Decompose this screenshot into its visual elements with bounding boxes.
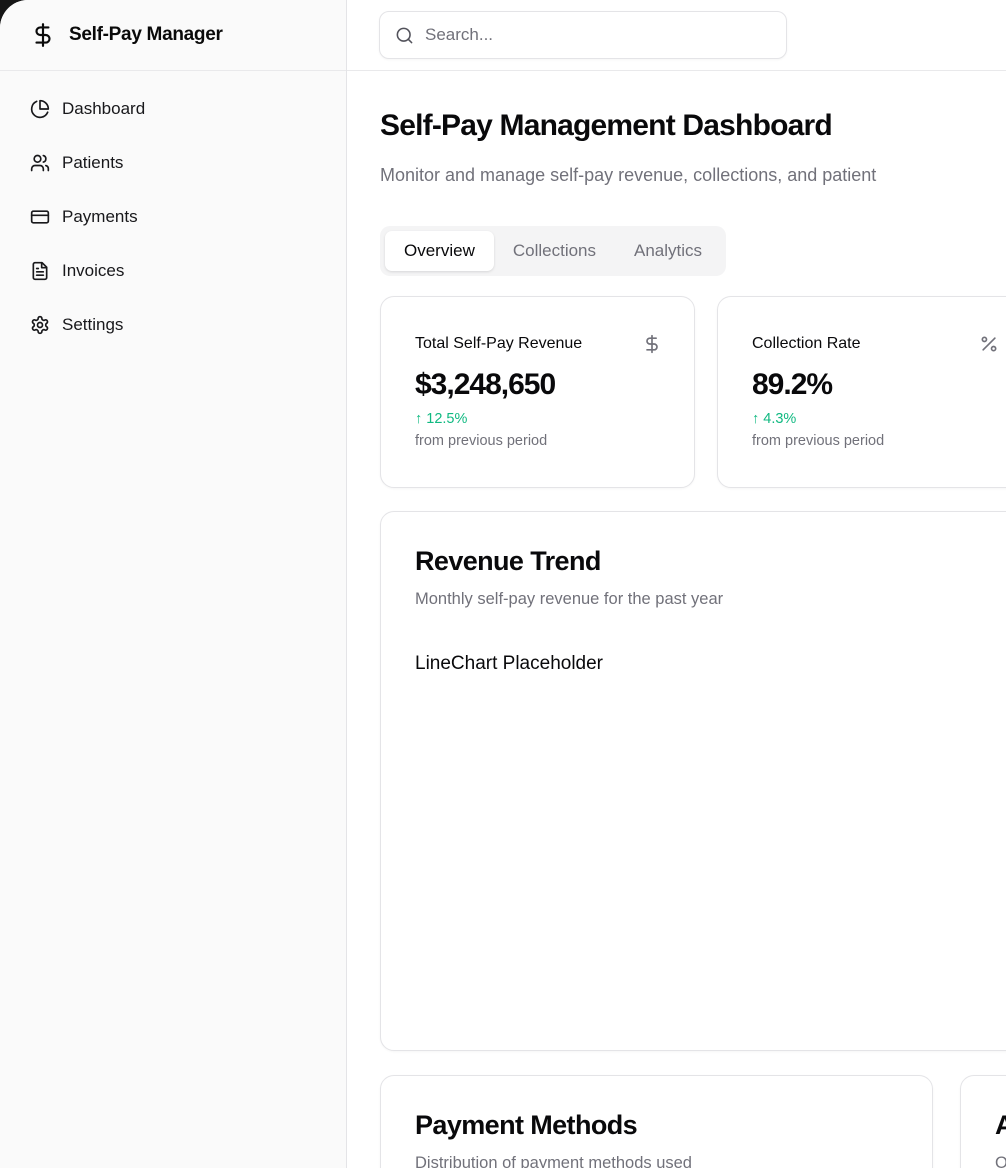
stats-row: Total Self-Pay Revenue $3,248,650 ↑ 12.5… (380, 296, 1006, 488)
revenue-trend-card: Revenue Trend Monthly self-pay revenue f… (380, 511, 1006, 1051)
payment-methods-title: Payment Methods (415, 1109, 898, 1141)
sidebar-item-dashboard[interactable]: Dashboard (30, 88, 322, 130)
stat-change: ↑ 4.3% (752, 411, 999, 427)
stat-note: from previous period (752, 433, 999, 449)
stat-note: from previous period (415, 433, 662, 449)
stat-title: Total Self-Pay Revenue (415, 335, 582, 353)
users-icon (30, 153, 50, 173)
dollar-logo-icon (30, 22, 56, 48)
tab-analytics[interactable]: Analytics (615, 231, 721, 271)
sidebar-item-patients[interactable]: Patients (30, 142, 322, 184)
search-icon (395, 26, 414, 45)
partial-right-card: A O (960, 1075, 1006, 1168)
tab-overview[interactable]: Overview (385, 231, 494, 271)
payment-methods-card: Payment Methods Distribution of payment … (380, 1075, 933, 1168)
dollar-sign-icon (642, 334, 662, 354)
sidebar-item-label: Settings (62, 315, 123, 335)
sidebar-item-label: Payments (62, 207, 138, 227)
tab-list: Overview Collections Analytics (380, 226, 726, 276)
pie-chart-icon (30, 99, 50, 119)
partial-right-card-title: A (995, 1109, 1006, 1141)
stat-value: $3,248,650 (415, 369, 662, 401)
app-window: Self-Pay Manager Dashboard Patients (0, 0, 1006, 1168)
gear-icon (30, 315, 50, 335)
search-input[interactable] (425, 25, 771, 45)
file-text-icon (30, 261, 50, 281)
payment-methods-description: Distribution of payment methods used (415, 1154, 898, 1168)
bottom-cards-row: Payment Methods Distribution of payment … (380, 1075, 1006, 1168)
sidebar: Self-Pay Manager Dashboard Patients (0, 0, 347, 1168)
app-title: Self-Pay Manager (69, 24, 223, 46)
revenue-trend-description: Monthly self-pay revenue for the past ye… (415, 590, 1006, 609)
partial-right-card-description: O (995, 1154, 1006, 1168)
page-subtitle: Monitor and manage self-pay revenue, col… (380, 165, 1006, 186)
page-content: Self-Pay Management Dashboard Monitor an… (347, 71, 1006, 1168)
credit-card-icon (30, 207, 50, 227)
sidebar-item-label: Invoices (62, 261, 124, 281)
sidebar-item-label: Dashboard (62, 99, 145, 119)
sidebar-item-label: Patients (62, 153, 123, 173)
sidebar-item-payments[interactable]: Payments (30, 196, 322, 238)
stat-value: 89.2% (752, 369, 999, 401)
tab-collections[interactable]: Collections (494, 231, 615, 271)
search-box[interactable] (379, 11, 787, 59)
main-area: Self-Pay Management Dashboard Monitor an… (347, 0, 1006, 1168)
stat-card-header: Total Self-Pay Revenue (415, 334, 662, 354)
sidebar-item-settings[interactable]: Settings (30, 304, 322, 346)
page-title: Self-Pay Management Dashboard (380, 109, 1006, 143)
stat-card-header: Collection Rate (752, 334, 999, 354)
sidebar-header: Self-Pay Manager (0, 0, 346, 71)
revenue-trend-title: Revenue Trend (415, 545, 1006, 577)
sidebar-nav: Dashboard Patients Payments (0, 71, 346, 358)
percent-icon (979, 334, 999, 354)
line-chart-placeholder: LineChart Placeholder (415, 653, 1006, 675)
stat-card-collection-rate: Collection Rate 89.2% ↑ 4.3% from previo… (717, 296, 1006, 488)
stat-change: ↑ 12.5% (415, 411, 662, 427)
topbar (347, 0, 1006, 71)
stat-title: Collection Rate (752, 335, 861, 353)
stat-card-total-revenue: Total Self-Pay Revenue $3,248,650 ↑ 12.5… (380, 296, 695, 488)
desktop-background: Self-Pay Manager Dashboard Patients (0, 0, 1006, 1168)
sidebar-item-invoices[interactable]: Invoices (30, 250, 322, 292)
